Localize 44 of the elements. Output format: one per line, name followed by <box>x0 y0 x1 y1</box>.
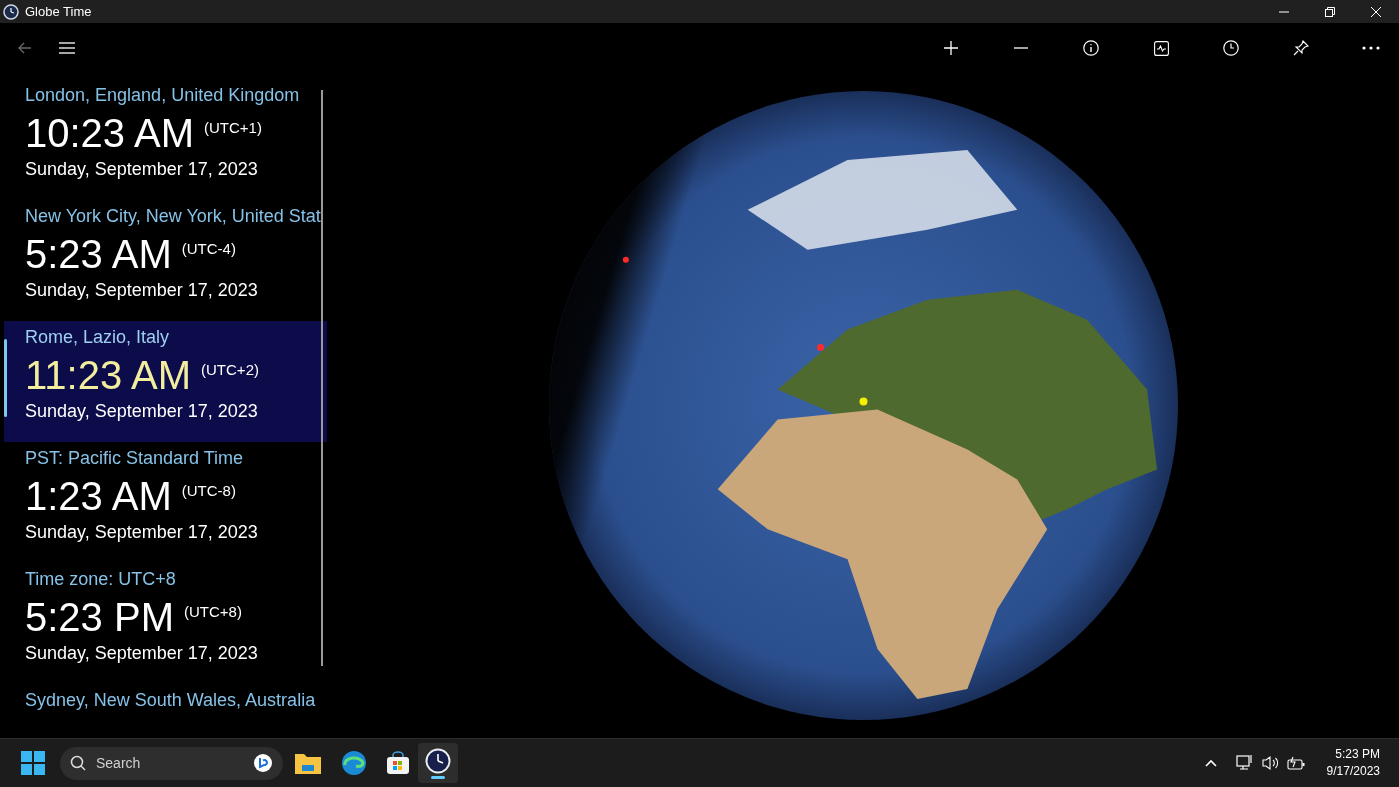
location-name: New York City, New York, United Stat <box>25 205 322 228</box>
utc-offset: (UTC-8) <box>181 482 236 500</box>
search-bar[interactable]: Search <box>60 746 283 780</box>
clock-time: 5:23 PM <box>25 594 174 641</box>
date-text: Sunday, September 17, 2023 <box>25 158 259 181</box>
utc-offset: (UTC+2) <box>201 361 259 379</box>
start-button[interactable] <box>21 751 45 775</box>
taskbar-clock[interactable]: 5:23 PM 9/17/2023 <box>1326 746 1380 780</box>
clock-time: 1:23 AM <box>25 473 172 520</box>
close-icon <box>1371 6 1381 17</box>
location-name: London, England, United Kingdom <box>25 84 301 107</box>
clock-time: 5:23 AM <box>25 231 172 278</box>
battery-icon[interactable] <box>1286 756 1305 770</box>
search-icon <box>70 755 86 771</box>
clock-time: 11:23 AM <box>25 352 192 399</box>
location-name: Sydney, New South Wales, Australia <box>25 689 317 712</box>
network-icon[interactable] <box>1235 754 1254 772</box>
utc-offset: (UTC-4) <box>181 240 236 258</box>
location-item[interactable]: Rome, Lazio, Italy 11:23 AM (UTC+2) Sunday, September 17, 2023 <box>4 321 327 442</box>
more-icon <box>1362 46 1380 50</box>
globe-app-taskbar-button[interactable] <box>418 743 458 783</box>
date-text: Sunday, September 17, 2023 <box>25 642 259 665</box>
folder-icon[interactable] <box>295 752 321 774</box>
date-text: Sunday, September 17, 2023 <box>25 400 259 423</box>
store-bag-icon[interactable] <box>386 751 410 775</box>
chat-bubble-icon[interactable] <box>253 753 273 773</box>
scrollbar[interactable] <box>321 90 323 666</box>
chevron-up-icon[interactable] <box>1203 758 1218 768</box>
clock-time: 10:23 AM <box>25 110 194 157</box>
restore-icon <box>1325 6 1335 17</box>
date-text: Sunday, September 17, 2023 <box>25 279 259 302</box>
location-name: PST: Pacific Standard Time <box>25 447 245 470</box>
search-field[interactable]: Search <box>96 752 236 774</box>
browser-icon[interactable] <box>341 750 367 776</box>
location-name: Time zone: UTC+8 <box>25 568 177 591</box>
back-arrow-icon <box>18 42 32 54</box>
plus-icon <box>944 41 958 55</box>
location-name: Rome, Lazio, Italy <box>25 326 171 349</box>
speaker-icon[interactable] <box>1261 755 1280 771</box>
utc-offset: (UTC+8) <box>183 603 242 621</box>
date-text: Sunday, September 17, 2023 <box>25 521 259 544</box>
minus-icon <box>1014 47 1028 49</box>
window-title: Globe Time <box>25 2 92 21</box>
utc-offset: (UTC+1) <box>204 119 262 137</box>
